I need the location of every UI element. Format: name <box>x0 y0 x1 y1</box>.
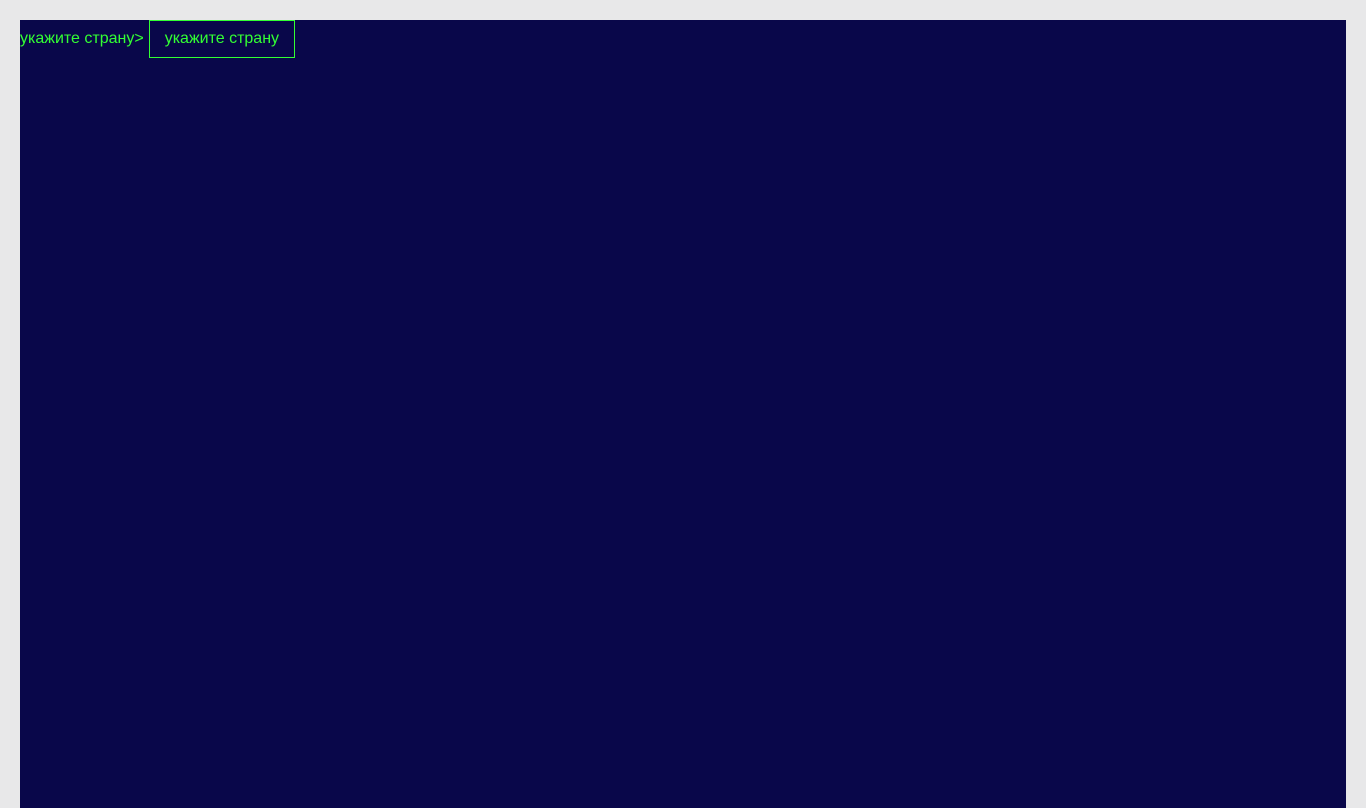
select-country-button[interactable]: укажите страну <box>148 20 296 58</box>
terminal-panel: укажите страну> укажите страну <box>20 20 1346 808</box>
prompt-label: укажите страну> <box>20 30 144 47</box>
page-root: { "prompt": { "label": "укажите страну>"… <box>0 0 1366 808</box>
prompt-line: укажите страну> укажите страну <box>20 20 1346 58</box>
